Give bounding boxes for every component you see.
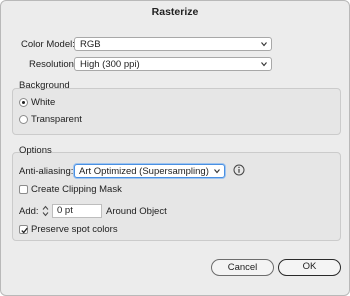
stepper-icon[interactable] (41, 204, 50, 218)
anti-aliasing-label: Anti-aliasing: (19, 166, 74, 177)
checkmark-icon (21, 227, 28, 234)
resolution-value: High (300 ppi) (80, 59, 140, 70)
transparent-radio[interactable] (19, 115, 28, 124)
info-icon[interactable] (233, 164, 245, 176)
chevron-down-icon (261, 42, 267, 47)
clipping-mask-label[interactable]: Create Clipping Mask (31, 184, 122, 195)
around-object-label: Around Object (106, 206, 167, 217)
color-model-label: Color Model: (21, 39, 75, 50)
add-amount-value: 0 pt (57, 205, 73, 216)
white-radio-label[interactable]: White (31, 97, 55, 108)
rasterize-dialog: Rasterize Color Model: RGB Resolution: H… (0, 0, 350, 296)
cancel-button[interactable]: Cancel (211, 259, 274, 276)
chevron-down-icon (261, 62, 267, 67)
anti-aliasing-select[interactable]: Art Optimized (Supersampling) (74, 164, 225, 178)
add-amount-input[interactable]: 0 pt (52, 204, 102, 218)
chevron-down-icon (214, 169, 220, 174)
ok-button[interactable]: OK (278, 259, 341, 276)
dialog-title: Rasterize (151, 6, 199, 18)
preserve-spot-checkbox[interactable] (19, 225, 28, 234)
preserve-spot-label[interactable]: Preserve spot colors (31, 224, 118, 235)
anti-aliasing-value: Art Optimized (Supersampling) (79, 166, 209, 177)
transparent-radio-label[interactable]: Transparent (31, 114, 82, 125)
resolution-label: Resolution: (29, 59, 77, 70)
background-group-title: Background (19, 80, 70, 91)
white-radio[interactable] (19, 98, 28, 107)
background-group (12, 88, 341, 135)
resolution-select[interactable]: High (300 ppi) (74, 57, 272, 71)
options-group-title: Options (19, 145, 52, 156)
color-model-value: RGB (80, 39, 101, 50)
clipping-mask-checkbox[interactable] (19, 185, 28, 194)
add-label: Add: (19, 206, 39, 217)
color-model-select[interactable]: RGB (74, 37, 272, 51)
